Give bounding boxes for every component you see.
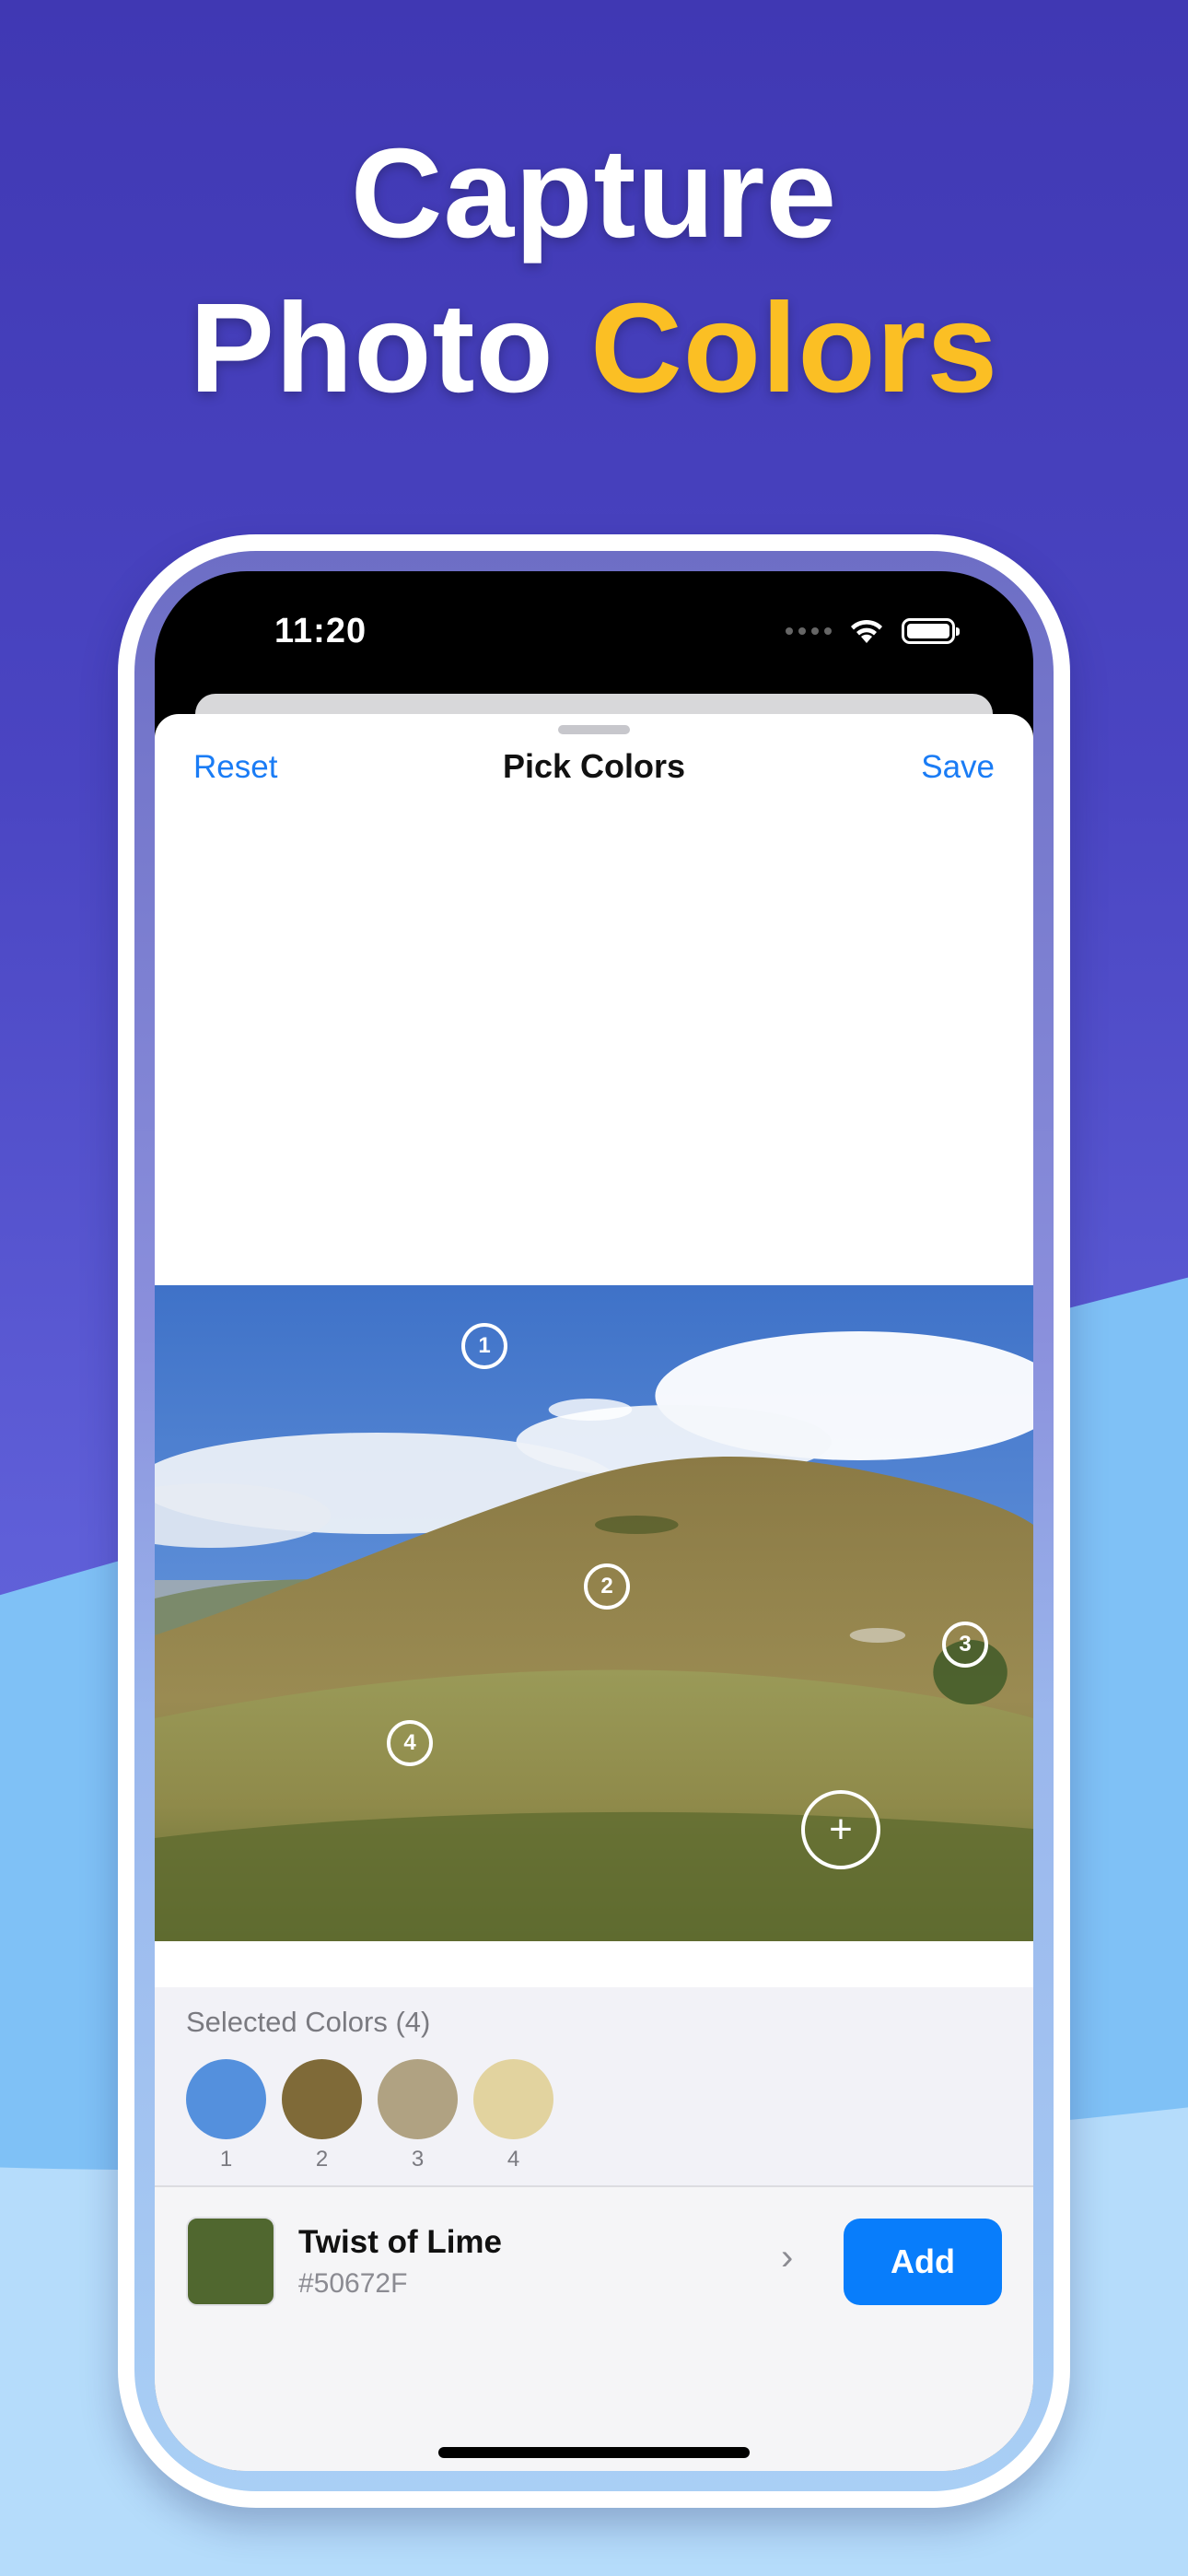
- headline: Capture Photo Colors: [0, 116, 1188, 426]
- headline-line1: Capture: [350, 123, 838, 264]
- selected-colors-panel: Selected Colors (4) 1 2 3 4: [155, 1987, 1033, 2185]
- chevron-right-icon[interactable]: ›: [781, 2239, 793, 2276]
- swatch-circle-1[interactable]: [186, 2059, 266, 2139]
- page-title: Pick Colors: [502, 747, 686, 785]
- color-hex: #50672F: [298, 2268, 408, 2299]
- headline-line2: Photo Colors: [0, 271, 1188, 426]
- swatch-label: 3: [411, 2147, 425, 2172]
- headline-word-photo: Photo: [189, 277, 554, 419]
- status-bar: 11:20: [155, 571, 1033, 709]
- swatch-label: 2: [315, 2147, 329, 2172]
- plus-icon: +: [829, 1807, 853, 1852]
- photo-canvas[interactable]: 1 2 3 4 +: [155, 1285, 1033, 1941]
- status-icons: [786, 617, 960, 645]
- pick-colors-sheet: Reset Pick Colors Save 1 2 3 4 + Selecte…: [155, 714, 1033, 2471]
- landscape-photo: [155, 1285, 1033, 1941]
- add-button[interactable]: Add: [844, 2219, 1002, 2305]
- swatch-circle-4[interactable]: [473, 2059, 553, 2139]
- swatch-circle-2[interactable]: [282, 2059, 362, 2139]
- wifi-icon: [851, 619, 882, 643]
- swatch-item[interactable]: 1: [186, 2059, 266, 2172]
- swatch-list: 1 2 3 4: [186, 2059, 553, 2172]
- battery-icon: [902, 618, 960, 644]
- photo-marker-4[interactable]: 4: [387, 1720, 433, 1766]
- photo-marker-2[interactable]: 2: [584, 1563, 630, 1610]
- swatch-item[interactable]: 3: [378, 2059, 458, 2172]
- home-indicator[interactable]: [438, 2447, 750, 2458]
- sheet-grabber[interactable]: [558, 725, 630, 734]
- current-color-chip: [186, 2217, 275, 2306]
- phone-screen: 11:20 Reset Pick Colors Save 1 2 3 4 + S…: [155, 571, 1033, 2471]
- color-name: Twist of Lime: [298, 2224, 503, 2260]
- photo-marker-3[interactable]: 3: [942, 1622, 988, 1668]
- swatch-item[interactable]: 4: [473, 2059, 553, 2172]
- swatch-item[interactable]: 2: [282, 2059, 362, 2172]
- swatch-label: 4: [507, 2147, 520, 2172]
- swatch-label: 1: [219, 2147, 233, 2172]
- photo-marker-1[interactable]: 1: [461, 1323, 507, 1369]
- phone-frame: 11:20 Reset Pick Colors Save 1 2 3 4 + S…: [118, 534, 1070, 2508]
- headline-word-colors: Colors: [590, 277, 999, 419]
- save-button[interactable]: Save: [921, 749, 995, 786]
- swatch-circle-3[interactable]: [378, 2059, 458, 2139]
- selected-colors-title: Selected Colors (4): [186, 2006, 431, 2038]
- signal-dots-icon: [786, 627, 832, 635]
- current-color-row[interactable]: Twist of Lime #50672F › Add: [155, 2185, 1033, 2471]
- status-time: 11:20: [274, 612, 367, 650]
- add-marker-button[interactable]: +: [801, 1790, 880, 1869]
